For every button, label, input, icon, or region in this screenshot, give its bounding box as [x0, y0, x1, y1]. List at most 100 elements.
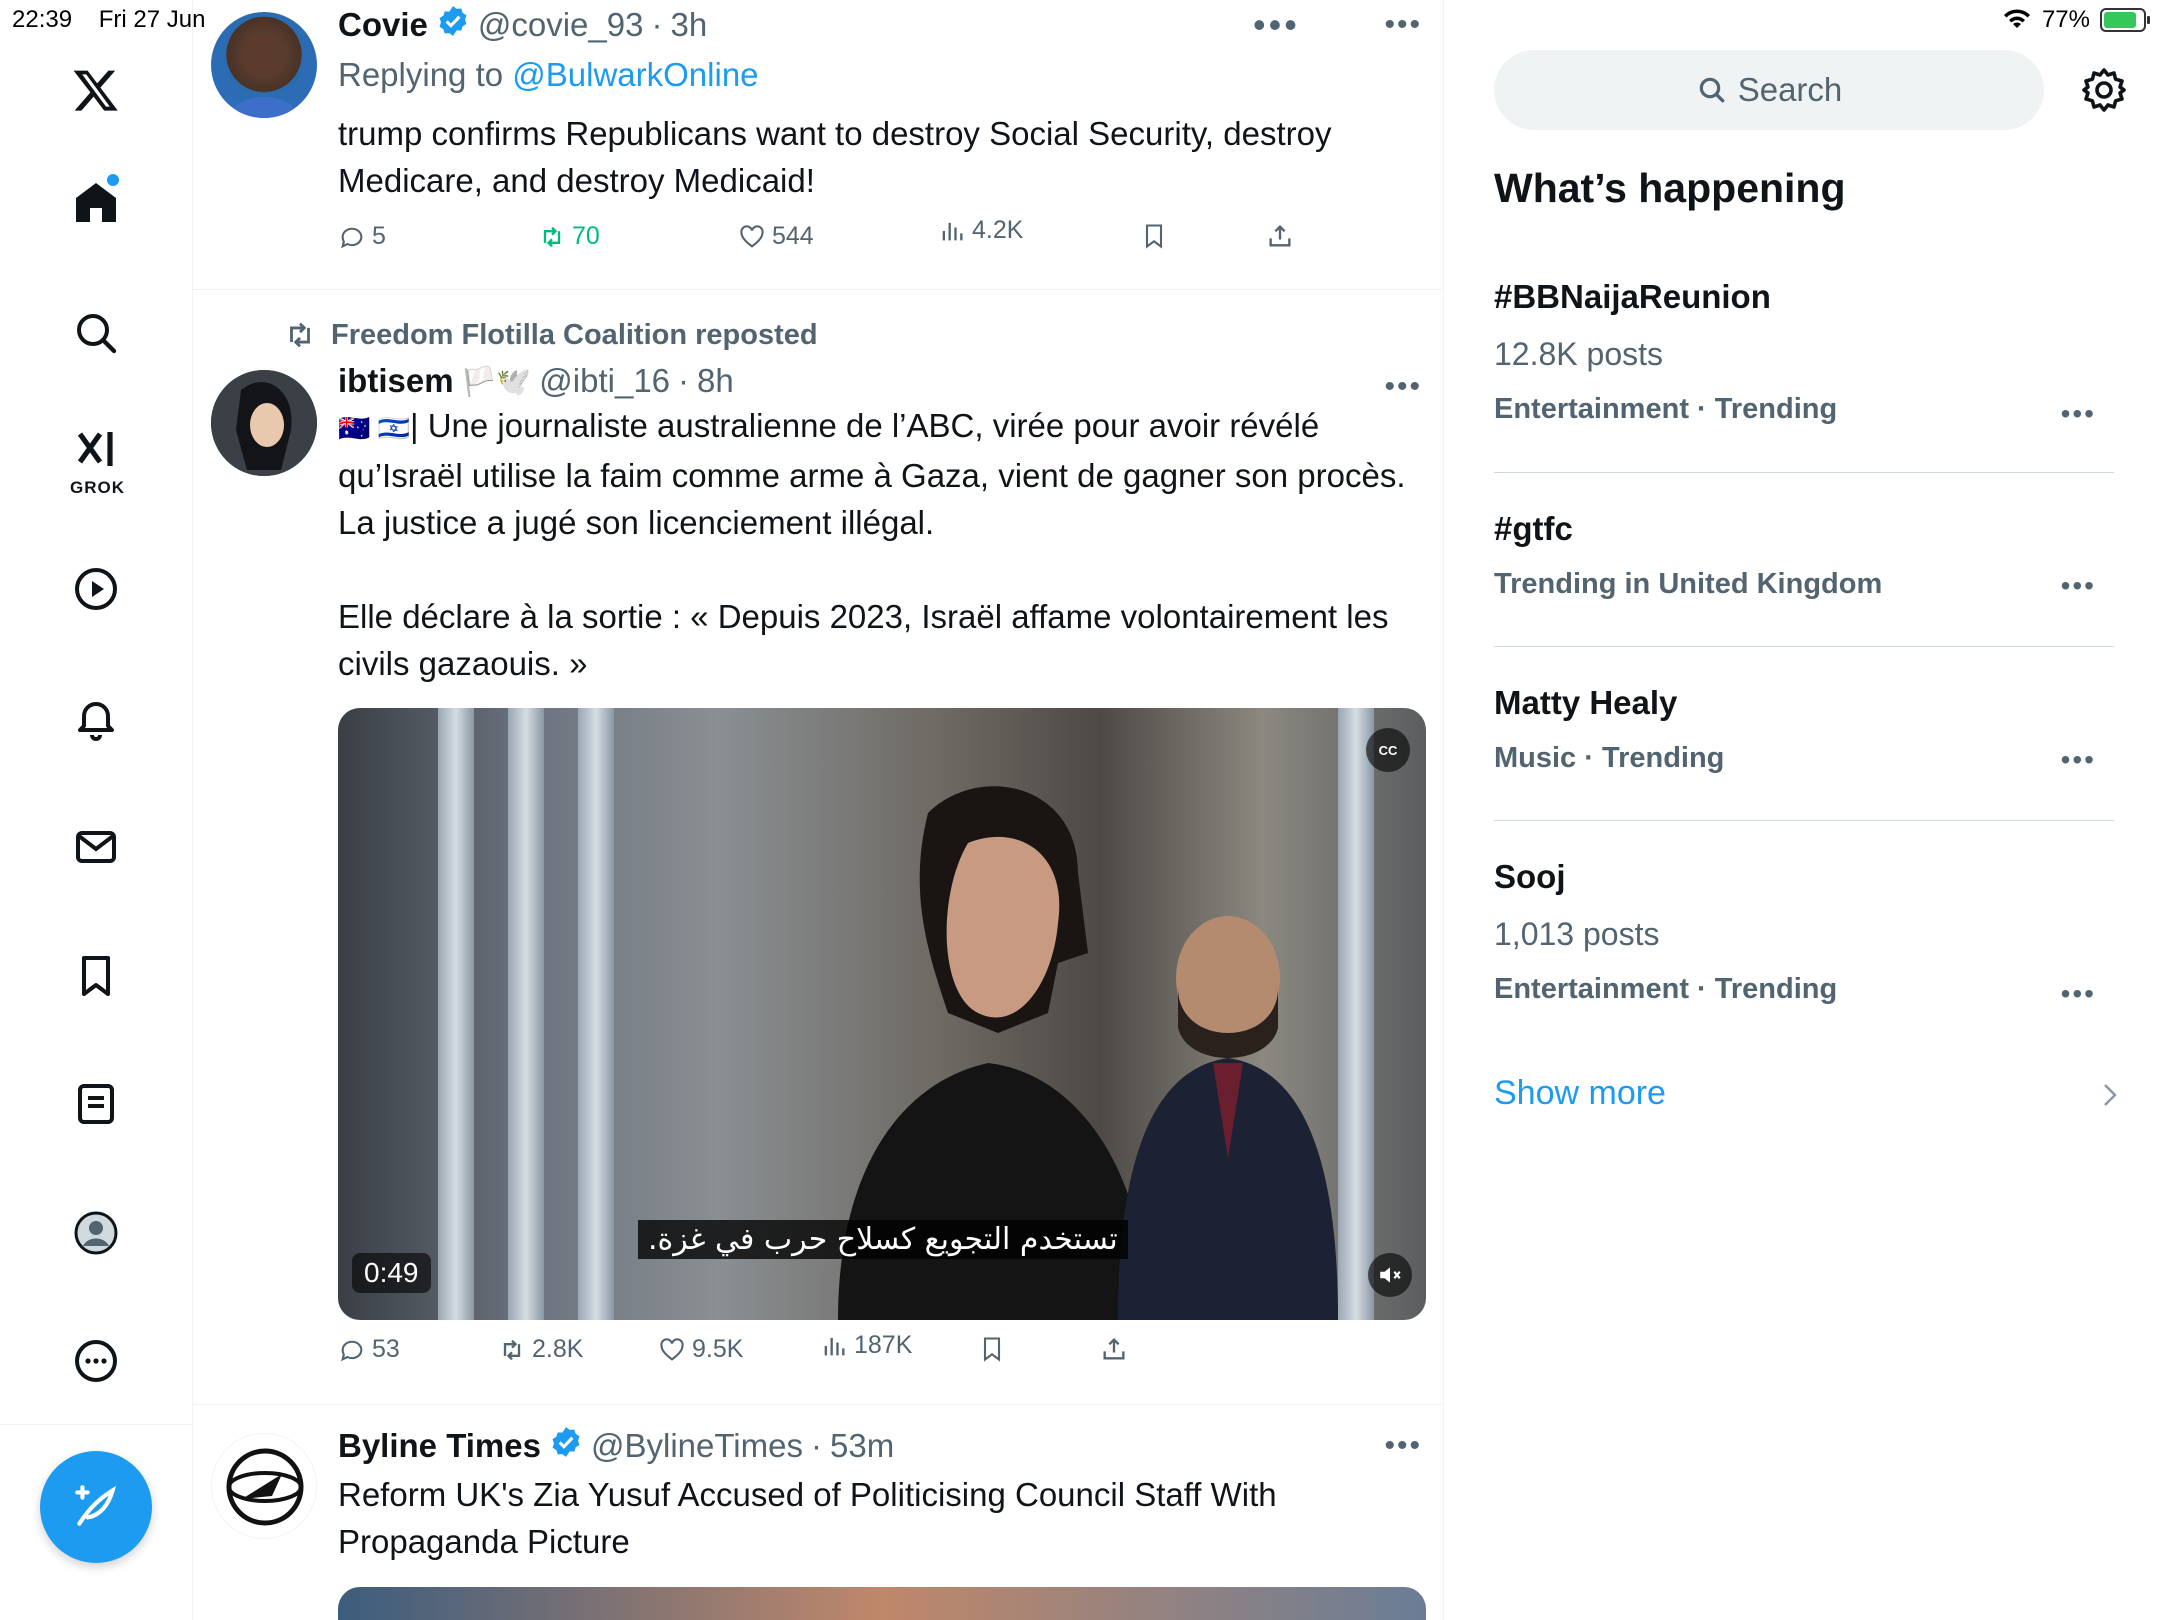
compose-feather-icon	[75, 1485, 117, 1526]
trend-divider	[1494, 820, 2114, 821]
repost-button[interactable]: 70	[538, 222, 600, 251]
tweet-ibtisem[interactable]: Freedom Flotilla Coalition reposted ibti…	[193, 290, 1443, 1405]
author-name[interactable]: ibtisem	[338, 362, 454, 400]
avatar[interactable]	[211, 1433, 317, 1539]
like-button[interactable]: 9.5K	[658, 1335, 743, 1364]
background-pillar	[438, 708, 474, 1320]
trend-item[interactable]: #gtfc Trending in United Kingdom •••	[1494, 510, 2114, 601]
avatar[interactable]	[211, 12, 317, 118]
tweet-header: Covie @covie_93 · 3h	[338, 4, 1426, 46]
more-options-icon[interactable]: •••	[1384, 8, 1422, 42]
replying-prefix: Replying to	[338, 56, 513, 93]
nav-more[interactable]	[56, 1321, 136, 1401]
mute-button[interactable]	[1368, 1253, 1412, 1297]
author-name[interactable]: Byline Times	[338, 1427, 541, 1465]
nav-home[interactable]	[56, 162, 136, 242]
x-logo-icon[interactable]	[56, 50, 136, 130]
view-count: 4.2K	[972, 216, 1024, 244]
trend-meta: Trending in United Kingdom	[1494, 568, 1883, 600]
trend-more-icon[interactable]: •••	[2061, 744, 2096, 776]
author-handle[interactable]: @ibti_16	[539, 362, 670, 400]
trend-more-icon[interactable]: •••	[2061, 398, 2096, 430]
reposted-by[interactable]: Freedom Flotilla Coalition reposted	[331, 319, 818, 352]
repost-button[interactable]: 2.8K	[498, 1335, 583, 1364]
tweet-body: Covie @covie_93 · 3h Replying to @Bulwar…	[338, 4, 1426, 204]
flag-emojis: 🇦🇺 🇮🇱	[338, 413, 410, 443]
trend-title: Matty Healy	[1494, 684, 1678, 721]
media-preview[interactable]	[338, 1587, 1426, 1620]
bookmark-button[interactable]	[978, 1335, 1006, 1363]
replying-to-link[interactable]: @BulwarkOnline	[512, 56, 758, 93]
separator-dot: ·	[678, 362, 690, 399]
tweet-text: 🇦🇺 🇮🇱| Une journaliste australienne de l…	[338, 402, 1426, 687]
like-count: 9.5K	[692, 1335, 744, 1363]
like-button[interactable]: 544	[738, 222, 814, 251]
views-button[interactable]: 4.2K	[938, 216, 1023, 245]
timeline: ••• Covie @covie_93 · 3h Replying to @Bu…	[193, 0, 1444, 1620]
section-title: What’s happening	[1494, 165, 1846, 211]
author-handle[interactable]: @BylineTimes	[591, 1427, 803, 1465]
views-button[interactable]: 187K	[820, 1331, 912, 1360]
nav-profile[interactable]	[56, 1193, 136, 1273]
heart-icon	[740, 224, 764, 248]
repost-count: 70	[572, 222, 600, 250]
nav-bookmarks[interactable]	[56, 936, 136, 1016]
reply-button[interactable]: 5	[338, 222, 386, 251]
video-player[interactable]: CC تستخدم التجويع كسلاح حرب في غزة. 0:49	[338, 708, 1426, 1320]
show-more-link[interactable]: Show more	[1494, 1074, 1666, 1113]
chevron-right-icon	[2104, 1084, 2117, 1106]
trend-meta: Music · Trending	[1494, 742, 1725, 774]
author-name[interactable]: Covie	[338, 6, 428, 44]
post-time[interactable]: 53m	[830, 1427, 894, 1465]
video-caption: تستخدم التجويع كسلاح حرب في غزة.	[638, 1220, 1128, 1259]
trend-more-icon[interactable]: •••	[2061, 570, 2096, 602]
tweet-text-content: | Une journaliste australienne de l’ABC,…	[338, 407, 1406, 682]
background-pillar	[1338, 708, 1374, 1320]
avatar[interactable]	[211, 370, 317, 476]
trend-meta: Entertainment · Trending	[1494, 973, 1838, 1005]
more-options-icon[interactable]: •••	[1384, 1429, 1422, 1463]
bookmark-button[interactable]	[1140, 222, 1168, 250]
bookmark-icon	[82, 956, 110, 996]
search-placeholder: Search	[1737, 71, 1843, 108]
reply-count: 5	[372, 222, 386, 250]
post-time[interactable]: 3h	[670, 6, 707, 44]
search-icon	[77, 314, 117, 354]
search-input[interactable]: Search	[1494, 50, 2044, 130]
compose-post-button[interactable]	[40, 1451, 152, 1563]
view-count: 187K	[854, 1331, 913, 1359]
bookmark-icon	[983, 1337, 1001, 1362]
author-handle[interactable]: @covie_93	[478, 6, 644, 44]
trend-item[interactable]: #BBNaijaReunion 12.8K posts Entertainmen…	[1494, 278, 2114, 429]
tweet-covie[interactable]: Covie @covie_93 · 3h Replying to @Bulwar…	[193, 0, 1443, 290]
background-pillar	[508, 708, 544, 1320]
grok-label: GROK	[70, 478, 125, 497]
trend-item[interactable]: Sooj 1,013 posts Entertainment · Trendin…	[1494, 858, 2114, 1009]
nav-explore[interactable]	[56, 293, 136, 373]
reply-icon	[341, 1340, 363, 1361]
reply-button[interactable]: 53	[338, 1335, 400, 1364]
trend-meta: Entertainment · Trending	[1494, 393, 1838, 425]
tweet-body: Byline Times @BylineTimes · 53m Reform U…	[338, 1425, 1426, 1565]
reply-count: 53	[372, 1335, 400, 1363]
share-button[interactable]	[1266, 222, 1294, 250]
separator-dot: ·	[651, 6, 663, 43]
gear-icon[interactable]	[2080, 66, 2128, 114]
video-duration: 0:49	[352, 1253, 431, 1293]
nav-video[interactable]	[56, 549, 136, 629]
trend-item[interactable]: Matty Healy Music · Trending •••	[1494, 684, 2114, 775]
nav-notifications[interactable]	[56, 678, 136, 758]
heart-icon	[660, 1337, 684, 1361]
post-time[interactable]: 8h	[697, 362, 734, 400]
tweet-header: Byline Times @BylineTimes · 53m	[338, 1425, 1426, 1467]
nav-lists[interactable]	[56, 1064, 136, 1144]
trend-more-icon[interactable]: •••	[2061, 978, 2096, 1010]
nav-messages[interactable]	[56, 807, 136, 887]
bookmark-icon	[1145, 224, 1163, 249]
share-button[interactable]	[1100, 1335, 1128, 1363]
views-chart-icon	[824, 1337, 845, 1355]
captions-button[interactable]: CC	[1366, 728, 1410, 772]
repost-count: 2.8K	[532, 1335, 584, 1363]
separator-dot: ·	[810, 1427, 822, 1464]
more-options-icon[interactable]: •••	[1384, 370, 1422, 404]
